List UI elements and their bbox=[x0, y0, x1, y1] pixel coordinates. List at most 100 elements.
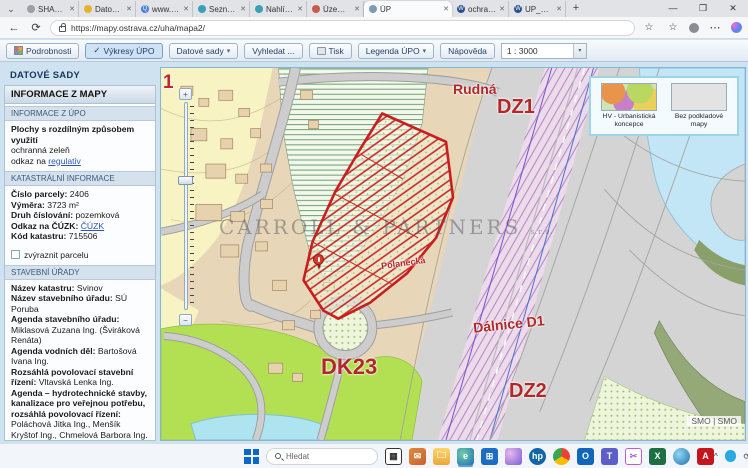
snipping-tool-icon[interactable]: ✂ bbox=[625, 448, 642, 465]
vyhledat-label: Vyhledat ... bbox=[252, 46, 294, 56]
tab-close-icon[interactable]: ✕ bbox=[354, 5, 360, 13]
tab-close-icon[interactable]: ✕ bbox=[126, 5, 132, 13]
tab-shared-list[interactable]: SHARED LIST ✕ bbox=[22, 1, 79, 17]
minimize-button[interactable]: — bbox=[658, 0, 688, 17]
tab-close-icon[interactable]: ✕ bbox=[240, 5, 246, 13]
zoom-slider-track[interactable] bbox=[184, 102, 188, 310]
tab-close-icon[interactable]: ✕ bbox=[297, 5, 303, 13]
tab-close-icon[interactable]: ✕ bbox=[556, 5, 562, 13]
tab-up-active[interactable]: ÚP ✕ bbox=[364, 1, 452, 17]
tab-datove-schranky[interactable]: Datové schrá ✕ bbox=[79, 1, 136, 17]
katastr-row: Číslo parcely: 2406 bbox=[11, 189, 149, 200]
zoom-out-button[interactable]: − bbox=[179, 314, 192, 326]
map-viewport[interactable]: 1 + − Rudná DZ1 Polanecká Dálnice D1 DK2… bbox=[160, 67, 746, 441]
search-placeholder: Hledat bbox=[286, 452, 309, 461]
napoveda-button[interactable]: Nápověda bbox=[440, 43, 495, 59]
basemap-thumbnail-hv[interactable] bbox=[601, 83, 657, 111]
chrome-icon[interactable] bbox=[553, 448, 570, 465]
url-text[interactable]: https://mapy.ostrava.cz/uha/mapa2/ bbox=[71, 23, 205, 33]
tab-search-chevron-icon[interactable]: ⌄ bbox=[0, 2, 22, 17]
vykresy-upo-button[interactable]: ✓ Výkresy ÚPO bbox=[85, 43, 162, 59]
zoom-slider[interactable]: + − bbox=[177, 88, 195, 326]
outlook-icon[interactable]: O bbox=[577, 448, 594, 465]
tab-close-icon[interactable]: ✕ bbox=[443, 5, 449, 13]
katastr-info: Číslo parcely: 2406 Výměra: 3723 m² Druh… bbox=[5, 186, 155, 245]
tab-favicon-wordpress-icon: W bbox=[457, 5, 465, 13]
regulativ-link[interactable]: regulativ bbox=[48, 156, 80, 166]
legenda-upo-dropdown[interactable]: Legenda ÚPO ▾ bbox=[358, 43, 434, 59]
back-icon[interactable]: ← bbox=[6, 22, 22, 34]
basemap-option-hv[interactable]: HV - Urbanistická koncepce bbox=[599, 83, 659, 129]
check-icon: ✓ bbox=[93, 45, 100, 56]
tray-app-icon[interactable] bbox=[725, 450, 737, 462]
tisk-button[interactable]: Tisk bbox=[309, 43, 352, 59]
tab-label: ÚP bbox=[380, 5, 440, 14]
taskbar-search[interactable]: Hledat bbox=[266, 448, 378, 465]
close-button[interactable]: ✕ bbox=[718, 0, 748, 17]
zoom-in-button[interactable]: + bbox=[179, 88, 192, 100]
datove-sady-dropdown[interactable]: Datové sady ▾ bbox=[169, 43, 239, 59]
navbar-actions: ☆ ☆ ⋯ bbox=[641, 21, 742, 34]
edge-beta-icon[interactable] bbox=[673, 448, 690, 465]
profile-avatar[interactable] bbox=[689, 23, 699, 33]
datove-sady-label: Datové sady bbox=[177, 46, 224, 56]
vykresy-label: Výkresy ÚPO bbox=[104, 46, 155, 56]
basemap-option-blank[interactable]: Bez podkladové mapy bbox=[669, 83, 729, 129]
tab-seznam-nemovitosti[interactable]: Seznam nem ✕ bbox=[193, 1, 250, 17]
highlight-parcel-checkbox[interactable] bbox=[11, 250, 20, 259]
tab-label: Datové schrá bbox=[95, 5, 123, 14]
stavebni-row: Název stavebního úřadu: SÚ Poruba bbox=[11, 293, 149, 314]
tab-uzemni-plan[interactable]: Územní plán ✕ bbox=[307, 1, 364, 17]
browser-tabbar: ⌄ SHARED LIST ✕ Datové schrá ✕ Q www.nah… bbox=[0, 0, 748, 17]
podrobnosti-button[interactable]: Podrobnosti bbox=[6, 43, 79, 59]
tab-close-icon[interactable]: ✕ bbox=[69, 5, 75, 13]
upo-zone-name: ochranná zeleň bbox=[11, 145, 149, 156]
tab-nahlizeni-do[interactable]: Nahlížení do ✕ bbox=[250, 1, 307, 17]
tab-ochranna-zelen[interactable]: W ochranna_zel ✕ bbox=[452, 1, 509, 17]
copilot-icon[interactable] bbox=[731, 22, 742, 33]
podrobnosti-label: Podrobnosti bbox=[26, 46, 71, 56]
start-button[interactable] bbox=[244, 449, 259, 464]
map-label-dz2: DZ2 bbox=[509, 380, 547, 403]
phone-link-icon[interactable]: ⟳ bbox=[743, 452, 748, 461]
system-tray: ^ ⟳ CESCS 11:40 AM 2/5/2026 bbox=[714, 443, 748, 468]
map-marker-pin[interactable] bbox=[313, 254, 325, 270]
tab-nahlizeni[interactable]: Q www.nahlizen ✕ bbox=[136, 1, 193, 17]
stavebni-row: Agenda – hydrotechnické stavby, kanaliza… bbox=[11, 388, 149, 441]
address-bar[interactable]: https://mapy.ostrava.cz/uha/mapa2/ bbox=[50, 20, 635, 36]
store-icon[interactable]: ⊞ bbox=[481, 448, 498, 465]
new-tab-button[interactable]: + bbox=[566, 1, 586, 17]
favorites-list-icon[interactable]: ☆ bbox=[665, 22, 681, 33]
refresh-icon[interactable]: ⟳ bbox=[28, 21, 44, 34]
tab-favicon bbox=[27, 5, 35, 13]
excel-icon[interactable]: X bbox=[649, 448, 666, 465]
stavebni-row: Agenda stavebního úřadu: Miklasová Zuzan… bbox=[11, 314, 149, 346]
task-view-icon[interactable]: ▦ bbox=[385, 448, 402, 465]
file-explorer-icon[interactable]: 🗀 bbox=[433, 448, 450, 465]
tab-up-urbanism[interactable]: W UP_Urbanism ✕ bbox=[509, 1, 566, 17]
vyhledat-button[interactable]: Vyhledat ... bbox=[244, 43, 302, 59]
info-panel: INFORMACE Z MAPY INFORMACE Z ÚPO Plochy … bbox=[4, 85, 156, 441]
zoom-slider-handle[interactable] bbox=[178, 176, 193, 185]
section-stavebni-urady: STAVEBNÍ ÚŘADY bbox=[5, 265, 155, 280]
hp-icon[interactable]: hp bbox=[529, 448, 546, 465]
tab-close-icon[interactable]: ✕ bbox=[499, 5, 505, 13]
copilot-icon[interactable] bbox=[505, 448, 522, 465]
tab-close-icon[interactable]: ✕ bbox=[183, 5, 189, 13]
favorite-star-icon[interactable]: ☆ bbox=[641, 22, 657, 33]
basemap-caption: Bez podkladové mapy bbox=[669, 113, 729, 129]
cuzk-link[interactable]: ČÚZK bbox=[81, 221, 104, 231]
edge-icon[interactable]: e bbox=[457, 448, 474, 465]
mail-icon[interactable]: ✉ bbox=[409, 448, 426, 465]
chevron-down-icon[interactable]: ▾ bbox=[573, 44, 586, 58]
basemap-thumbnail-blank[interactable] bbox=[671, 83, 727, 111]
highlight-parcel-row: zvýraznit parcelu bbox=[5, 245, 155, 263]
acrobat-icon[interactable]: A bbox=[697, 448, 714, 465]
maximize-button[interactable]: ❐ bbox=[688, 0, 718, 17]
teams-icon[interactable]: T bbox=[601, 448, 618, 465]
checkbox-label: zvýraznit parcelu bbox=[24, 250, 88, 260]
hidden-icons-chevron[interactable]: ^ bbox=[714, 452, 718, 461]
menu-dots-icon[interactable]: ⋯ bbox=[707, 21, 723, 34]
katastr-row: Výměra: 3723 m² bbox=[11, 200, 149, 211]
scale-select[interactable]: 1 : 3000 ▾ bbox=[501, 43, 587, 59]
